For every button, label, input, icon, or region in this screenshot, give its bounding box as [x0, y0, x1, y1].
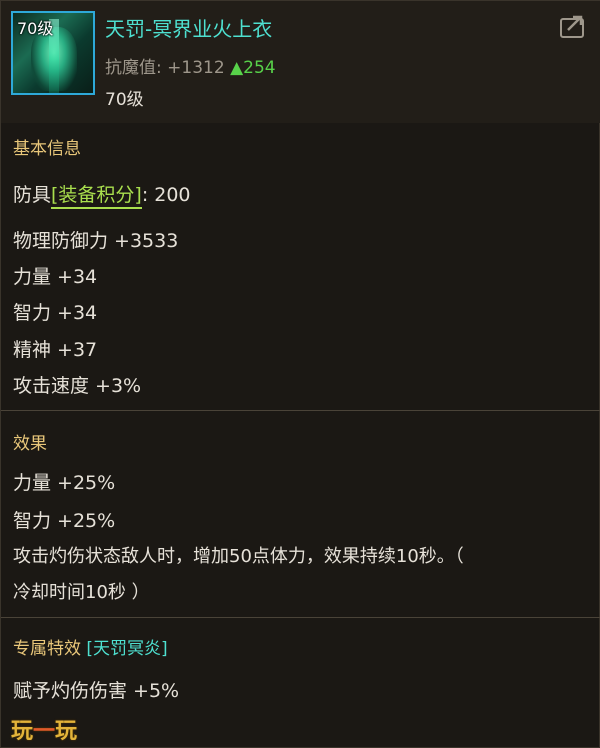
item-level: 70级	[105, 90, 144, 110]
section-divider	[1, 410, 600, 411]
share-icon[interactable]	[559, 13, 587, 39]
item-name: 天罚-冥界业火上衣	[105, 17, 273, 41]
section-divider	[1, 617, 600, 618]
armor-label: 防具	[13, 184, 52, 206]
magic-resist-line: 抗魔值: +1312 ▲254	[105, 53, 276, 78]
basic-info-title: 基本信息	[13, 139, 81, 159]
score-separator: :	[141, 184, 149, 206]
watermark-char: 玩	[55, 719, 78, 744]
effect-line: 冷却时间10秒 ）	[13, 582, 150, 603]
effect-line: 攻击灼伤状态敌人时，增加50点体力，效果持续10秒。（	[13, 546, 464, 567]
item-tooltip: 70级 天罚-冥界业火上衣 抗魔值: +1312 ▲254 70级 基本信息 防…	[0, 0, 600, 748]
equipment-score-link[interactable]: [装备积分]	[51, 184, 142, 209]
tooltip-header: 70级 天罚-冥界业火上衣 抗魔值: +1312 ▲254 70级	[1, 1, 600, 123]
magic-resist-label: 抗魔值:	[105, 58, 162, 78]
watermark-char: 玩	[11, 719, 34, 744]
stat-row: 物理防御力 +3533	[13, 230, 179, 252]
watermark-dash: 一	[33, 719, 56, 744]
score-value: 200	[154, 184, 191, 206]
site-watermark: 玩一玩	[11, 713, 77, 745]
item-icon-level: 70级	[17, 19, 54, 38]
armor-score-row: 防具[装备积分]: 200	[13, 180, 191, 209]
effect-title: 效果	[13, 434, 47, 454]
stat-row: 力量 +34	[13, 266, 98, 288]
exclusive-effect-line: 赋予灼伤伤害 +5%	[13, 680, 180, 702]
exclusive-effect-row: 专属特效 [天罚冥炎]	[13, 634, 168, 659]
stat-row: 精神 +37	[13, 339, 98, 361]
magic-resist-value: +1312	[167, 58, 225, 78]
item-icon[interactable]: 70级	[11, 11, 95, 95]
exclusive-set-link[interactable]: [天罚冥炎]	[86, 639, 167, 659]
stat-row: 攻击速度 +3%	[13, 375, 142, 397]
up-arrow-icon: ▲	[230, 58, 244, 78]
effect-line: 智力 +25%	[13, 510, 116, 532]
magic-resist-gain: 254	[243, 58, 276, 78]
exclusive-effect-title: 专属特效	[13, 639, 81, 659]
effect-line: 力量 +25%	[13, 472, 116, 494]
stat-row: 智力 +34	[13, 302, 98, 324]
